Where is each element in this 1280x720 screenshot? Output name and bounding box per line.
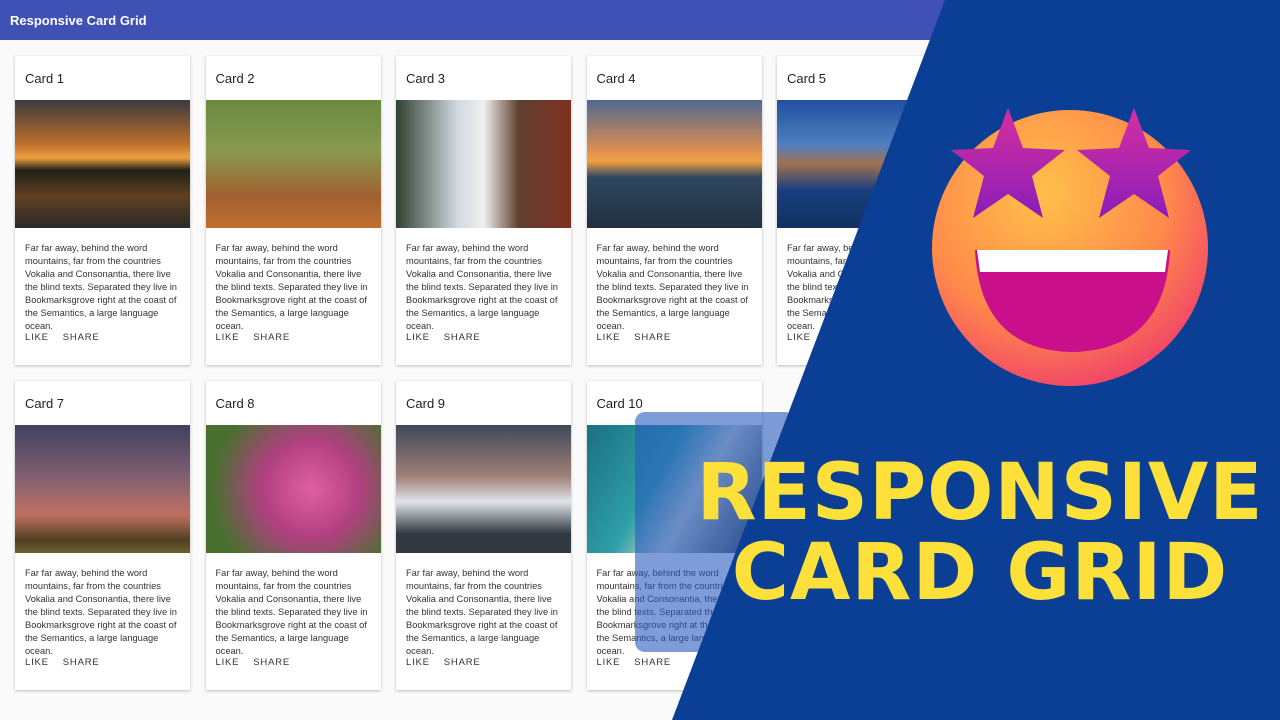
banner-title-line2: CARD GRID xyxy=(731,528,1229,618)
banner-title-line1: RESPONSIVE xyxy=(696,448,1264,538)
star-struck-emoji-icon xyxy=(932,108,1208,386)
